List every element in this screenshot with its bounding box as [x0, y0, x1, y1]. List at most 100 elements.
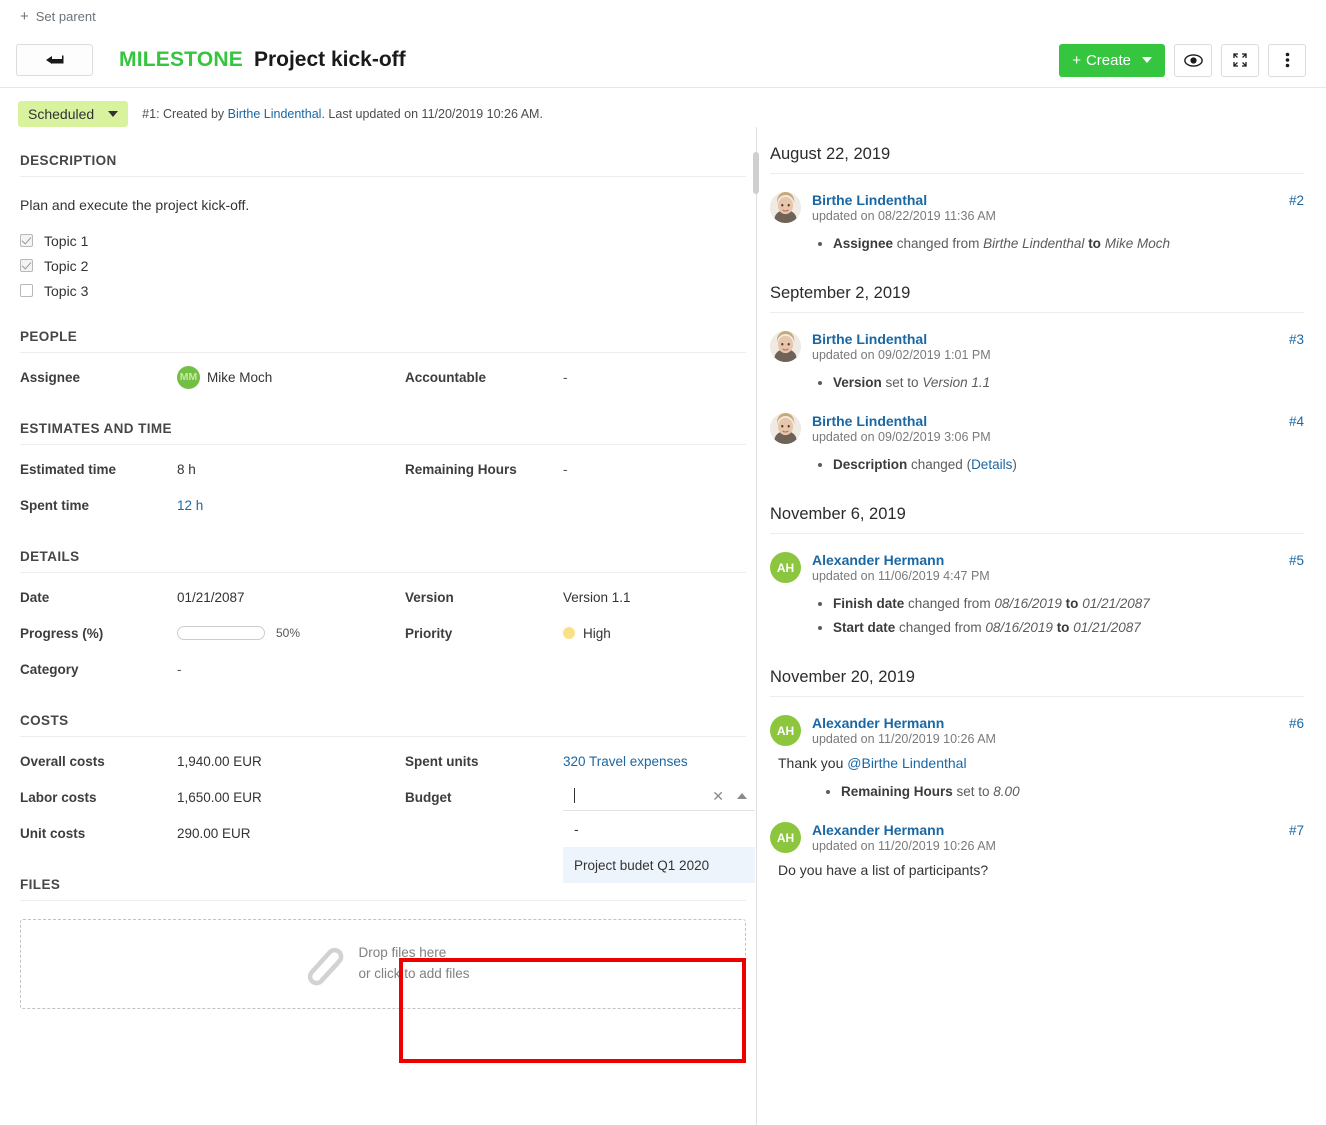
change-field-name: Assignee	[833, 236, 893, 251]
details-fields: Date 01/21/2087 Version Version 1.1 Prog…	[20, 579, 746, 687]
estimated-time-value[interactable]: 8 h	[177, 451, 405, 487]
budget-input[interactable]: ✕	[563, 781, 755, 811]
set-parent-bar: + Set parent	[0, 0, 1326, 33]
activity-number-link[interactable]: #5	[1289, 553, 1304, 568]
description-checklist: Topic 1 Topic 2 Topic 3	[20, 228, 746, 303]
activity-changes: Version set to Version 1.1	[811, 371, 1304, 395]
list-item[interactable]: Topic 2	[20, 253, 746, 278]
unit-costs-label: Unit costs	[20, 815, 177, 851]
work-package-type: MILESTONE	[119, 48, 243, 72]
dropzone-line1: Drop files here	[358, 943, 469, 964]
fullscreen-button[interactable]	[1221, 44, 1259, 77]
activity-author-block: Alexander Hermannupdated on 11/20/2019 1…	[812, 715, 996, 746]
activity-day-header: November 6, 2019	[770, 505, 1304, 534]
meta-author-link[interactable]: Birthe Lindenthal	[228, 107, 322, 121]
change-field-name: Finish date	[833, 596, 904, 611]
date-label: Date	[20, 579, 177, 615]
clear-x-icon[interactable]: ✕	[712, 789, 724, 803]
list-item[interactable]: Topic 3	[20, 278, 746, 303]
assignee-value[interactable]: MM Mike Moch	[177, 359, 405, 395]
create-button[interactable]: + Create	[1059, 44, 1165, 77]
list-item[interactable]: Topic 1	[20, 228, 746, 253]
change-old-value: 08/16/2019	[994, 596, 1062, 611]
caret-up-icon[interactable]	[737, 793, 747, 799]
change-to-label: to	[1088, 236, 1101, 251]
activity-author-link[interactable]: Birthe Lindenthal	[812, 413, 991, 429]
activity-scrollbar[interactable]	[753, 152, 759, 194]
activity-number-link[interactable]: #2	[1289, 193, 1304, 208]
progress-percent: 50%	[276, 626, 300, 640]
activity-day-header: September 2, 2019	[770, 284, 1304, 313]
spent-units-label: Spent units	[405, 743, 563, 779]
remaining-hours-value[interactable]: -	[563, 451, 746, 487]
version-label: Version	[405, 579, 563, 615]
checkbox-icon[interactable]	[20, 284, 33, 297]
activity-entry: Birthe Lindenthalupdated on 09/02/2019 3…	[770, 413, 1304, 477]
assignee-name: Mike Moch	[207, 370, 272, 385]
activity-author-link[interactable]: Birthe Lindenthal	[812, 192, 996, 208]
back-button[interactable]	[16, 44, 93, 76]
activity-number-link[interactable]: #3	[1289, 332, 1304, 347]
spacer	[563, 487, 746, 523]
activity-number-link[interactable]: #7	[1289, 823, 1304, 838]
section-costs: COSTS	[20, 713, 746, 737]
spent-time-value[interactable]: 12 h	[177, 487, 405, 523]
change-to-label: to	[1066, 596, 1079, 611]
status-badge[interactable]: Scheduled	[18, 101, 128, 127]
change-old-value: 08/16/2019	[985, 620, 1053, 635]
priority-value[interactable]: High	[563, 615, 746, 651]
budget-dropdown[interactable]: ✕ - Project budet Q1 2020	[563, 781, 755, 883]
activity-comment: Do you have a list of participants?	[778, 862, 1304, 878]
page-title: MILESTONE Project kick-off	[119, 48, 406, 72]
user-mention-link[interactable]: @Birthe Lindenthal	[847, 755, 966, 771]
category-label: Category	[20, 651, 177, 687]
dropzone-text: Drop files here or click to add files	[358, 943, 469, 985]
work-package-detail-view: + Set parent MILESTONE Project kick-off …	[0, 0, 1326, 1125]
checkbox-icon[interactable]	[20, 259, 33, 272]
activity-author-block: Birthe Lindenthalupdated on 08/22/2019 1…	[812, 192, 996, 223]
file-dropzone[interactable]: Drop files here or click to add files	[20, 919, 746, 1009]
change-details-link[interactable]: Details	[971, 457, 1012, 472]
dropzone-line2: or click to add files	[358, 964, 469, 985]
activity-author-link[interactable]: Alexander Hermann	[812, 552, 990, 568]
activity-change-item: Start date changed from 08/16/2019 to 01…	[833, 616, 1304, 640]
costs-fields: Overall costs 1,940.00 EUR Spent units 3…	[20, 743, 746, 851]
spacer	[405, 651, 563, 687]
version-value[interactable]: Version 1.1	[563, 579, 746, 615]
activity-changes: Assignee changed from Birthe Lindenthal …	[811, 232, 1304, 256]
checkbox-icon[interactable]	[20, 234, 33, 247]
budget-options-list: - Project budet Q1 2020	[563, 811, 755, 883]
activity-author-link[interactable]: Alexander Hermann	[812, 715, 996, 731]
section-people: PEOPLE	[20, 329, 746, 353]
progress-label: Progress (%)	[20, 615, 177, 651]
set-parent-button[interactable]: + Set parent	[20, 9, 96, 24]
accountable-value[interactable]: -	[563, 359, 746, 395]
activity-pane: August 22, 2019Birthe Lindenthalupdated …	[757, 127, 1326, 1125]
budget-option[interactable]: -	[563, 811, 755, 847]
avatar	[770, 413, 801, 444]
activity-timestamp: updated on 11/20/2019 10:26 AM	[812, 839, 996, 853]
activity-author-block: Alexander Hermannupdated on 11/06/2019 4…	[812, 552, 990, 583]
section-details: DETAILS	[20, 549, 746, 573]
activity-number-link[interactable]: #4	[1289, 414, 1304, 429]
activity-entry-header: AHAlexander Hermannupdated on 11/20/2019…	[770, 715, 1304, 746]
activity-changes: Description changed (Details)	[811, 453, 1304, 477]
status-row: Scheduled #1: Created by Birthe Lindenth…	[0, 88, 1326, 127]
spent-units-value[interactable]: 320 Travel expenses	[563, 743, 746, 779]
header-bar: MILESTONE Project kick-off + Create	[0, 33, 1326, 88]
plus-icon: +	[1072, 52, 1081, 69]
activity-number-link[interactable]: #6	[1289, 716, 1304, 731]
spacer	[405, 815, 563, 851]
activity-author-link[interactable]: Alexander Hermann	[812, 822, 996, 838]
people-fields: Assignee MM Mike Moch Accountable -	[20, 359, 746, 395]
activity-author-link[interactable]: Birthe Lindenthal	[812, 331, 991, 347]
category-value[interactable]: -	[177, 651, 405, 687]
progress-value[interactable]: 50%	[177, 615, 405, 651]
chevron-down-icon	[1142, 57, 1152, 63]
date-value[interactable]: 01/21/2087	[177, 579, 405, 615]
more-menu-button[interactable]	[1268, 44, 1306, 77]
list-item-label: Topic 2	[44, 258, 88, 274]
budget-option[interactable]: Project budet Q1 2020	[563, 847, 755, 883]
activity-author-block: Birthe Lindenthalupdated on 09/02/2019 3…	[812, 413, 991, 444]
watch-button[interactable]	[1174, 44, 1212, 77]
